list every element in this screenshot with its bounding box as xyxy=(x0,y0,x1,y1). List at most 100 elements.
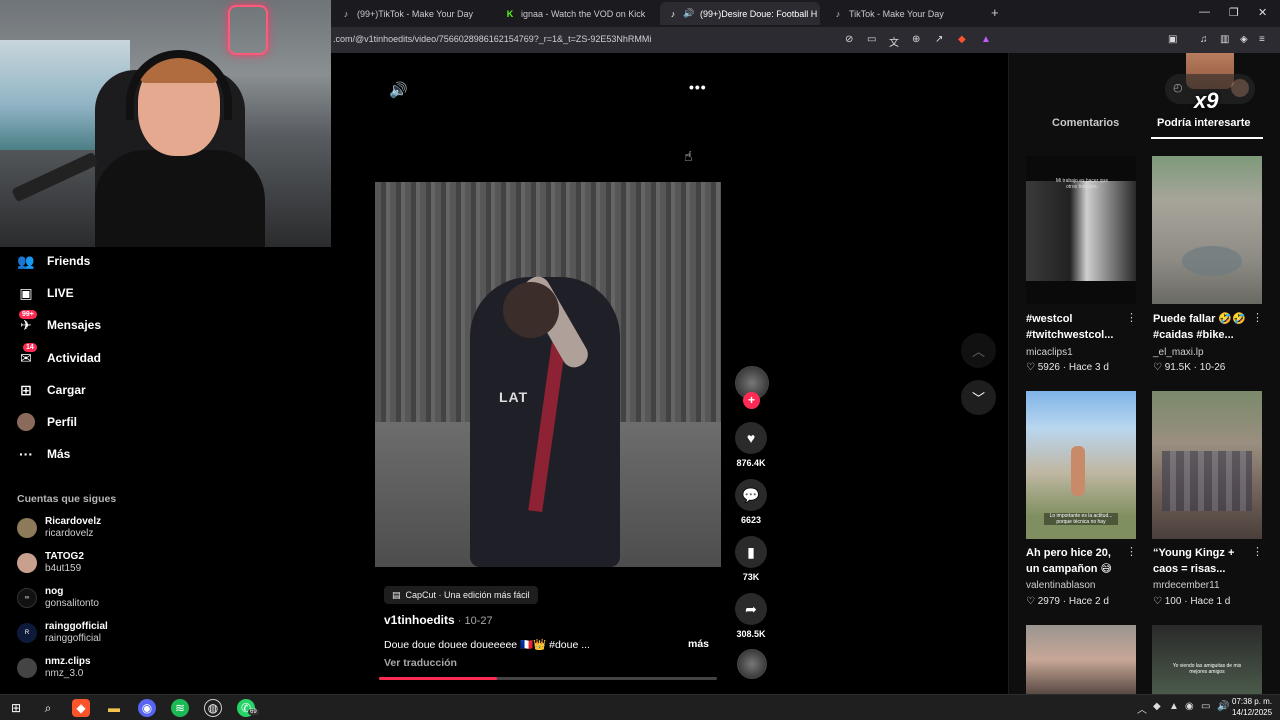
following-item[interactable]: ∞ nog gonsalitonto xyxy=(17,586,99,610)
card-menu-icon[interactable]: ⋮ xyxy=(1126,545,1137,558)
video-player[interactable]: LAT xyxy=(375,182,721,567)
following-item[interactable]: Ricardovelz ricardovelz xyxy=(17,516,101,540)
volume-icon[interactable]: 🔊 xyxy=(389,81,408,99)
tray-expand-icon[interactable]: ︿ xyxy=(1137,701,1147,716)
video-thumbnail[interactable]: Lo importante es la actitud... porque té… xyxy=(1026,391,1136,539)
url-field[interactable]: .com/@v1tinhoedits/video/756602898616215… xyxy=(333,34,651,44)
activity-icon: ✉ 14 xyxy=(17,343,37,367)
volume-tray-icon[interactable]: 🔊 xyxy=(1217,701,1229,712)
browser-tab[interactable]: ♪ (99+)TikTok - Make Your Day xyxy=(333,2,493,25)
video-author[interactable]: v1tinhoedits · 10-27 xyxy=(384,613,493,627)
tray-app-icon[interactable]: ◆ xyxy=(1153,701,1161,712)
menu-icon[interactable]: ≡ xyxy=(1259,34,1265,45)
sidebar-item-messages[interactable]: ✈ 99+ Mensajes xyxy=(17,310,101,334)
mouse-cursor-icon: ☝ xyxy=(684,148,693,164)
windows-start-icon[interactable]: ⊞ xyxy=(7,699,25,717)
save-button[interactable]: ▮ 73K xyxy=(731,536,771,582)
video-progress-bar[interactable] xyxy=(379,677,717,680)
video-thumbnail[interactable] xyxy=(1152,391,1262,539)
minimize-button[interactable]: — xyxy=(1199,6,1210,18)
card-menu-icon[interactable]: ⋮ xyxy=(1252,311,1263,324)
close-window-button[interactable]: ✕ xyxy=(1258,6,1267,19)
card-username[interactable]: mrdecember11 xyxy=(1153,580,1220,591)
following-item[interactable]: R rainggofficial rainggofficial xyxy=(17,621,108,645)
translate-link[interactable]: Ver traducción xyxy=(384,657,457,669)
microphone-arm xyxy=(11,151,99,203)
discord-icon[interactable]: ◉ xyxy=(138,699,156,717)
cast-icon[interactable]: ▭ xyxy=(867,34,876,45)
capcut-chip[interactable]: ▤ CapCut · Una edición más fácil xyxy=(384,586,538,604)
comment-button[interactable]: 💬 6623 xyxy=(731,479,771,525)
card-title[interactable]: “Young Kingz + xyxy=(1153,545,1263,561)
mute-icon[interactable]: ⊘ xyxy=(845,34,853,45)
sidebar-toggle-icon[interactable]: ▣ xyxy=(1168,34,1177,45)
maximize-button[interactable]: ❐ xyxy=(1229,6,1239,19)
card-title-line2[interactable]: un campañon 😅 xyxy=(1026,561,1136,577)
clock[interactable]: 07:38 p. m. 14/12/2025 xyxy=(1232,696,1272,718)
brave-rewards-icon[interactable]: ▲ xyxy=(981,34,991,45)
reading-list-icon[interactable]: ▥ xyxy=(1220,34,1229,45)
sidebar-item-upload[interactable]: ⊞ Cargar xyxy=(17,381,86,399)
like-button[interactable]: ♥ 876.4K xyxy=(731,422,771,468)
sidebar-item-activity[interactable]: ✉ 14 Actividad xyxy=(17,343,101,367)
sidebar-item-profile[interactable]: ● Perfil xyxy=(17,413,77,431)
caption-more-link[interactable]: más xyxy=(688,638,709,650)
sound-disc-button[interactable] xyxy=(732,649,772,679)
creator-avatar-button[interactable]: + xyxy=(732,366,772,409)
thumbnail-puddle xyxy=(1182,246,1242,276)
browser-tab-active[interactable]: ♪ 🔊 (99+)Desire Doue: Football H ✕ xyxy=(660,2,820,25)
more-dots-icon: ··· xyxy=(19,446,33,462)
media-icon[interactable]: ♫ xyxy=(1200,34,1208,45)
sidebar-item-live[interactable]: ▣ LIVE xyxy=(17,284,73,302)
search-icon[interactable]: ⌕ xyxy=(39,699,57,717)
card-username[interactable]: micaclips1 xyxy=(1026,347,1073,358)
new-tab-button[interactable]: + xyxy=(991,5,999,20)
browser-tab[interactable]: ♪ TikTok - Make Your Day xyxy=(825,2,985,25)
card-title[interactable]: Ah pero hice 20, xyxy=(1026,545,1136,561)
tray-app-icon[interactable]: ◉ xyxy=(1185,701,1194,712)
follow-plus-icon[interactable]: + xyxy=(743,392,760,409)
card-username[interactable]: _el_maxi.lp xyxy=(1153,347,1204,358)
video-thumbnail[interactable] xyxy=(1152,156,1262,304)
tab-recommended[interactable]: Podría interesarte xyxy=(1157,117,1251,129)
friends-icon: 👥 xyxy=(17,252,35,269)
more-options-icon[interactable]: ••• xyxy=(689,79,707,95)
card-meta: ♡ 100 · Hace 1 d xyxy=(1153,596,1231,607)
card-title-line2[interactable]: caos = risas... xyxy=(1153,561,1263,577)
card-menu-icon[interactable]: ⋮ xyxy=(1252,545,1263,558)
card-title-line2[interactable]: #caidas #bike... xyxy=(1153,327,1263,343)
zoom-icon[interactable]: ⊕ xyxy=(912,34,920,45)
next-video-button[interactable]: ﹀ xyxy=(961,380,996,415)
vpn-icon[interactable]: ◈ xyxy=(1240,34,1248,45)
video-thumbnail[interactable]: Yo viendo las amiguitas de mis mejores a… xyxy=(1152,625,1262,694)
card-title[interactable]: #westcol xyxy=(1026,311,1136,327)
network-icon[interactable]: ▭ xyxy=(1201,701,1210,712)
video-caption: Doue doue douee doueeeee 🇫🇷👑 #doue ... xyxy=(384,639,590,651)
timer-icon[interactable]: ◴ xyxy=(1173,81,1183,94)
whatsapp-badge: 69 xyxy=(248,709,259,715)
brave-shield-icon[interactable]: ◆ xyxy=(958,34,966,45)
video-thumbnail[interactable]: Mi trabajo es hacer que otros trabajen. xyxy=(1026,156,1136,304)
translate-icon[interactable]: 文 xyxy=(889,34,899,49)
share-button[interactable]: ➦ 308.5K xyxy=(731,593,771,639)
user-avatar-icon[interactable] xyxy=(1231,79,1249,97)
author-name[interactable]: v1tinhoedits xyxy=(384,613,455,627)
obs-icon[interactable]: ◍ xyxy=(204,699,222,717)
tab-comments[interactable]: Comentarios xyxy=(1052,117,1119,129)
sidebar-item-friends[interactable]: 👥 Friends xyxy=(17,252,90,270)
card-menu-icon[interactable]: ⋮ xyxy=(1126,311,1137,324)
card-title[interactable]: Puede fallar 🤣🤣 xyxy=(1153,311,1263,327)
tray-app-icon[interactable]: ▲ xyxy=(1169,701,1179,712)
following-item[interactable]: nmz.clips nmz_3.0 xyxy=(17,656,91,680)
following-item[interactable]: TATOG2 b4ut159 xyxy=(17,551,84,575)
video-thumbnail[interactable] xyxy=(1026,625,1136,694)
sidebar-item-more[interactable]: ··· Más xyxy=(17,445,70,463)
browser-tab[interactable]: K ignaa - Watch the VOD on Kick xyxy=(497,2,657,25)
brave-browser-icon[interactable]: ◆ xyxy=(72,699,90,717)
card-title-line2[interactable]: #twitchwestcol... xyxy=(1026,327,1136,343)
share-icon[interactable]: ↗ xyxy=(935,34,943,45)
file-explorer-icon[interactable]: ▬ xyxy=(105,699,123,717)
card-username[interactable]: valentinablason xyxy=(1026,580,1096,591)
previous-video-button[interactable]: ︿ xyxy=(961,333,996,368)
spotify-icon[interactable]: ≋ xyxy=(171,699,189,717)
